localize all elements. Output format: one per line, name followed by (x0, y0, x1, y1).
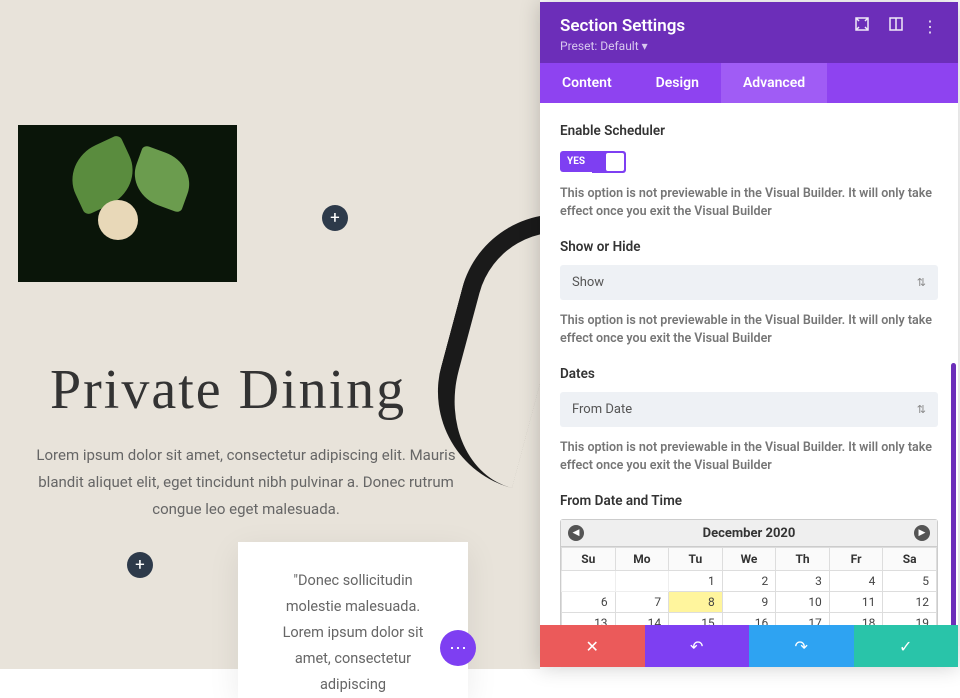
from-date-time-label: From Date and Time (560, 493, 938, 509)
calendar-day[interactable]: 1 (669, 571, 723, 592)
show-or-hide-select[interactable]: Show ⇅ (560, 265, 938, 300)
calendar-dow: Fr (829, 548, 883, 571)
calendar-day[interactable]: 10 (776, 592, 830, 613)
calendar-dow: Mo (615, 548, 669, 571)
calendar-day[interactable]: 9 (722, 592, 776, 613)
testimonial-card: "Donec sollicitudin molestie malesuada. … (238, 542, 468, 698)
tab-advanced[interactable]: Advanced (721, 63, 827, 103)
select-value: From Date (572, 402, 632, 417)
toggle-track (592, 151, 626, 173)
calendar: ◀ December 2020 ▶ SuMoTuWeThFrSa 1234567… (560, 519, 938, 625)
updown-icon: ⇅ (917, 276, 926, 289)
prev-month-button[interactable]: ◀ (568, 525, 584, 541)
calendar-dow: Su (562, 548, 616, 571)
undo-icon: ↶ (690, 637, 703, 656)
food-decoration (98, 200, 138, 240)
calendar-day[interactable]: 14 (615, 613, 669, 625)
calendar-day[interactable]: 8 (669, 592, 723, 613)
panel-header: Section Settings ⋮ Preset: Default ▾ (540, 2, 958, 63)
hero-image (18, 125, 237, 282)
panel-body: Enable Scheduler YES This option is not … (540, 103, 958, 625)
calendar-dow: Th (776, 548, 830, 571)
calendar-day[interactable]: 15 (669, 613, 723, 625)
calendar-day[interactable]: 18 (829, 613, 883, 625)
kebab-menu-icon[interactable]: ⋮ (922, 17, 938, 36)
section-settings-panel: Section Settings ⋮ Preset: Default ▾ Con… (540, 2, 958, 667)
add-row-button[interactable]: + (127, 552, 153, 578)
calendar-dow: Sa (883, 548, 937, 571)
calendar-day[interactable]: 17 (776, 613, 830, 625)
more-icon: ⋯ (449, 638, 467, 659)
save-button[interactable]: ✓ (854, 625, 959, 667)
calendar-grid: SuMoTuWeThFrSa 1234567891011121314151617… (561, 547, 937, 625)
leaf-decoration (126, 145, 198, 214)
responsive-icon[interactable] (888, 16, 904, 36)
preset-label[interactable]: Preset: Default ▾ (560, 39, 938, 53)
undo-button[interactable]: ↶ (645, 625, 750, 667)
enable-scheduler-toggle[interactable]: YES (560, 151, 626, 173)
calendar-day[interactable]: 6 (562, 592, 616, 613)
settings-tabs: Content Design Advanced (540, 63, 958, 103)
toggle-knob (606, 153, 624, 171)
dates-select[interactable]: From Date ⇅ (560, 392, 938, 427)
updown-icon: ⇅ (917, 403, 926, 416)
add-section-button[interactable]: + (322, 205, 348, 231)
calendar-day (562, 571, 616, 592)
leaf-decoration (60, 134, 144, 216)
page-body-text: Lorem ipsum dolor sit amet, consectetur … (36, 442, 456, 523)
page-preview: + Private Dining Lorem ipsum dolor sit a… (0, 0, 540, 669)
calendar-day[interactable]: 3 (776, 571, 830, 592)
calendar-dow: We (722, 548, 776, 571)
calendar-day[interactable]: 5 (883, 571, 937, 592)
dates-help: This option is not previewable in the Vi… (560, 439, 938, 475)
tab-content[interactable]: Content (540, 63, 634, 103)
dates-label: Dates (560, 366, 938, 382)
redo-icon: ↷ (795, 637, 808, 656)
close-button[interactable]: ✕ (540, 625, 645, 667)
calendar-dow: Tu (669, 548, 723, 571)
card-text: "Donec sollicitudin molestie malesuada. … (283, 572, 424, 693)
calendar-day (615, 571, 669, 592)
expand-icon[interactable] (854, 16, 870, 36)
next-month-button[interactable]: ▶ (914, 525, 930, 541)
calendar-day[interactable]: 4 (829, 571, 883, 592)
tab-design[interactable]: Design (634, 63, 721, 103)
close-icon: ✕ (586, 637, 599, 656)
show-or-hide-label: Show or Hide (560, 239, 938, 255)
calendar-day[interactable]: 13 (562, 613, 616, 625)
calendar-day[interactable]: 11 (829, 592, 883, 613)
calendar-day[interactable]: 19 (883, 613, 937, 625)
scheduler-help: This option is not previewable in the Vi… (560, 185, 938, 221)
select-value: Show (572, 275, 604, 290)
toggle-yes-label: YES (560, 151, 592, 172)
redo-button[interactable]: ↷ (749, 625, 854, 667)
more-options-fab[interactable]: ⋯ (440, 630, 476, 666)
calendar-day[interactable]: 7 (615, 592, 669, 613)
show-help: This option is not previewable in the Vi… (560, 312, 938, 348)
check-icon: ✓ (899, 637, 912, 656)
scrollbar[interactable] (951, 363, 956, 625)
calendar-day[interactable]: 12 (883, 592, 937, 613)
calendar-day[interactable]: 16 (722, 613, 776, 625)
panel-footer: ✕ ↶ ↷ ✓ (540, 625, 958, 667)
calendar-month: December 2020 (703, 526, 796, 541)
enable-scheduler-label: Enable Scheduler (560, 123, 938, 139)
calendar-day[interactable]: 2 (722, 571, 776, 592)
panel-title: Section Settings (560, 16, 685, 36)
chevron-down-icon: ▾ (642, 39, 648, 53)
page-heading: Private Dining (50, 358, 406, 422)
